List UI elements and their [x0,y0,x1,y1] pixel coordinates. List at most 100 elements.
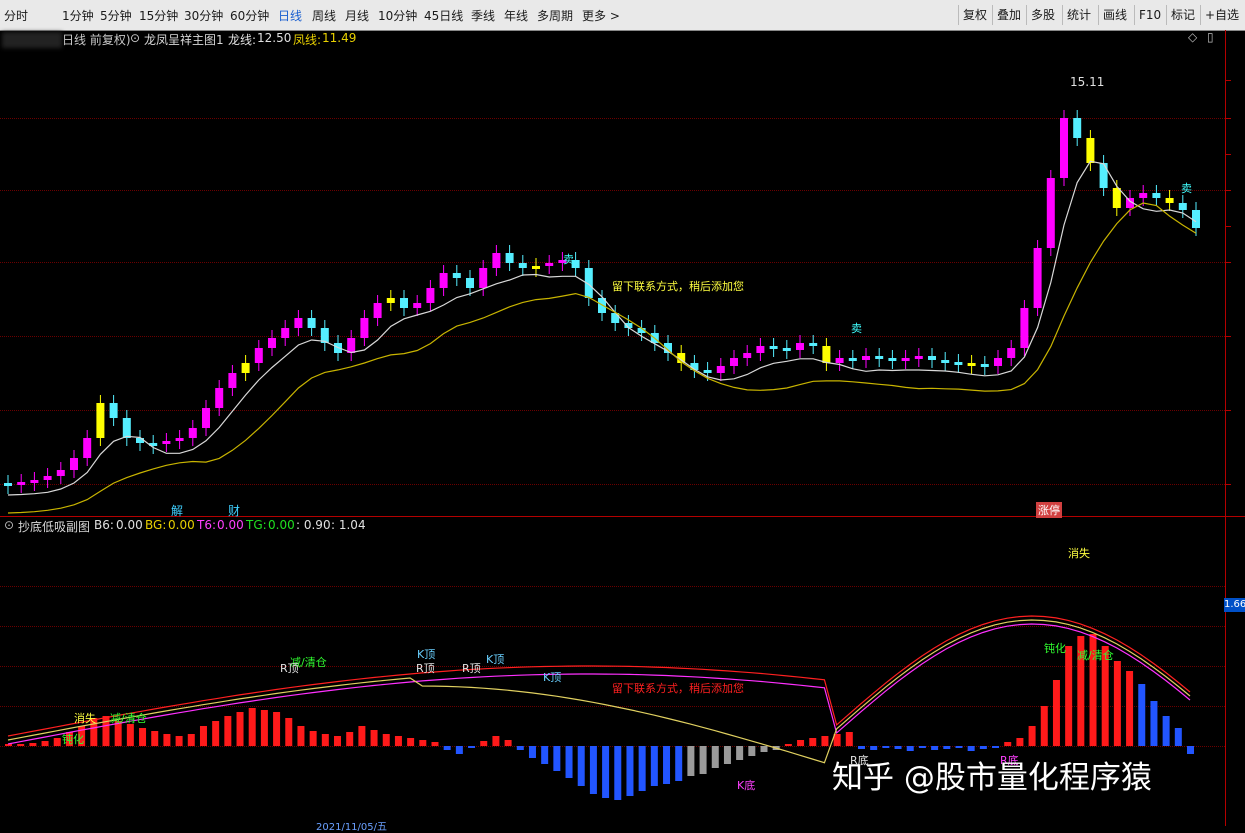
event-label-limit-up[interactable]: 涨停 [1036,502,1062,518]
kline-chart-canvas[interactable] [0,0,1245,826]
histogram-bar [918,746,926,748]
signal-r-top: R顶 [462,662,481,675]
candle-body [202,408,210,428]
histogram-bar [139,728,147,746]
candle-body [83,438,92,458]
histogram-bar [992,746,1000,748]
histogram-bar [541,746,549,764]
histogram-bar [577,746,585,786]
sell-signal-label: 卖 [1181,182,1192,195]
histogram-bar [1040,706,1048,746]
candle-body [109,403,118,418]
candle-body [967,363,976,366]
candle-body [241,363,250,373]
candle-body [294,318,303,328]
candle-body [1060,118,1068,178]
histogram-bar [102,716,110,746]
histogram-bar [1187,746,1194,754]
candle-body [215,388,224,408]
candle-body [452,273,461,278]
sell-signal-label: 卖 [563,253,574,266]
histogram-bar [285,718,293,746]
histogram-bar [821,736,829,746]
candle-body [1178,203,1187,210]
event-label-unlock[interactable]: 解 [171,502,183,519]
candle-body [466,278,474,288]
sell-signal-label: 卖 [851,322,862,335]
candle-body [254,348,263,363]
candle-body [888,358,897,361]
histogram-bar [1016,738,1024,746]
candle-body [1073,118,1082,138]
candle-body [1099,163,1108,188]
candle-body [848,358,857,361]
histogram-bar [699,746,707,774]
candle-body [743,353,752,358]
histogram-bar [870,746,878,750]
candle-body [1165,198,1174,203]
histogram-bar [346,732,354,746]
candle-body [1046,178,1055,248]
high-price-label: 15.11 [1070,75,1105,89]
signal-blunt: 钝化 [62,733,84,746]
histogram-bar [1065,646,1073,746]
candle-body [492,253,501,268]
candle-body [439,273,448,288]
histogram-bar [260,710,268,746]
histogram-bar [967,746,975,751]
candle-body [373,303,382,318]
sub-note-text: 留下联系方式，稍后添加您 [612,682,744,695]
histogram-bar [1052,680,1060,746]
histogram-bar [321,734,329,746]
histogram-bar [407,738,415,746]
candle-body [809,343,818,346]
candle-body [386,298,395,303]
signal-blunt: 钝化 [1044,642,1066,655]
histogram-bar [504,740,512,746]
histogram-bar [760,746,768,752]
histogram-bar [468,746,476,748]
histogram-bar [845,732,853,746]
candle-body [518,263,527,268]
candle-body [796,343,804,350]
candle-body [360,318,369,338]
candle-body [268,338,276,348]
candle-body [835,358,844,363]
signal-disappear: 消失 [1068,547,1090,560]
candle-body [980,364,989,367]
signal-k-bottom: K底 [737,779,756,792]
sub-red-line [7,615,1191,737]
histogram-bar [309,731,317,746]
candle-body [228,373,237,388]
histogram-bar [906,746,914,751]
histogram-bar [723,746,731,764]
event-label-finance[interactable]: 财 [228,502,240,519]
candlestick-series [4,110,1200,494]
histogram-bar [882,746,890,748]
signal-r-top: R顶 [280,662,299,675]
histogram-bar [358,726,366,746]
histogram-bar [53,738,61,746]
candle-body [756,346,765,353]
histogram-bar [224,716,232,746]
histogram-bar [492,736,500,746]
candle-body [928,356,936,360]
histogram-bar [1138,684,1146,746]
candle-body [1112,188,1121,208]
phoenix-line-series [7,202,1197,514]
watermark-text: 知乎 @股市量化程序猿 [832,760,1152,796]
histogram-bar [736,746,744,760]
candle-body [914,356,923,359]
histogram-bar [955,746,963,748]
candle-body [136,438,144,443]
histogram-bar [273,712,281,746]
candle-body [822,346,831,363]
candle-body [954,362,963,365]
candle-body [70,458,78,470]
candle-body [1152,193,1161,198]
histogram-bar [516,746,524,750]
histogram-bar [370,730,378,746]
histogram-bar [1004,742,1012,746]
histogram-bar [431,742,439,746]
histogram-bar [797,740,805,746]
